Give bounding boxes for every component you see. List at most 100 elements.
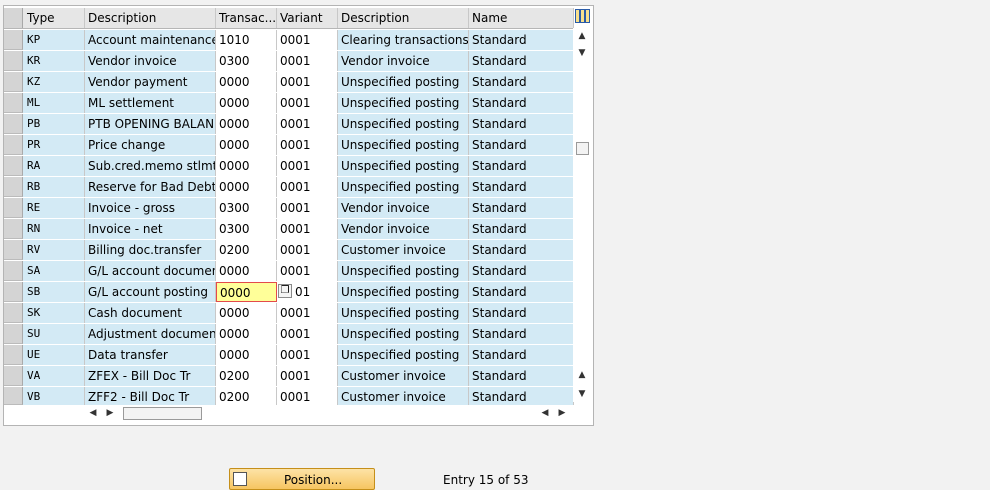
cell-variant[interactable]: 0001 — [277, 114, 338, 134]
cell-variant[interactable]: 0001 — [277, 177, 338, 197]
row-select-button[interactable] — [4, 240, 23, 260]
col-header-transaction[interactable]: Transac... — [216, 8, 277, 28]
table-row: KP Account maintenance 1010 0001 Clearing tr… — [4, 30, 574, 51]
cell-description: Reserve for Bad Debt — [85, 177, 216, 197]
cell-transaction[interactable]: 0300 — [216, 51, 277, 71]
row-select-button[interactable] — [4, 135, 23, 155]
row-select-button[interactable] — [4, 324, 23, 344]
scroll-up-icon[interactable]: ▲ — [573, 28, 591, 44]
cell-variant[interactable]: 0001 — [277, 51, 338, 71]
cell-transaction[interactable]: 0200 — [216, 240, 277, 260]
cell-name: Standard — [469, 156, 574, 176]
scroll-left-icon[interactable]: ◀ — [86, 404, 100, 422]
horizontal-scrollbar-left[interactable]: ◀ ▶ — [86, 404, 206, 422]
cell-transaction[interactable]: 0000 — [216, 345, 277, 365]
cell-variant[interactable]: 0001 — [277, 198, 338, 218]
cell-transaction[interactable]: 0000 — [216, 93, 277, 113]
row-select-button[interactable] — [4, 114, 23, 134]
cell-var-description: Unspecified posting — [338, 261, 469, 281]
cell-variant[interactable]: 0001 — [277, 261, 338, 281]
cell-variant[interactable]: 0001 — [277, 366, 338, 386]
row-select-button[interactable] — [4, 387, 23, 405]
cell-variant[interactable]: 0001 — [277, 303, 338, 323]
cell-variant[interactable]: 0001 — [277, 135, 338, 155]
cell-variant[interactable]: 0001 — [277, 324, 338, 344]
cell-variant[interactable]: 0001 — [277, 30, 338, 50]
row-select-button[interactable] — [4, 177, 23, 197]
col-header-name[interactable]: Name — [469, 8, 574, 28]
col-header-type[interactable]: Type — [24, 8, 85, 28]
cell-var-description: Unspecified posting — [338, 303, 469, 323]
cell-type: SK — [24, 303, 85, 323]
cell-variant[interactable]: 0001 — [277, 93, 338, 113]
cell-transaction[interactable]: 0000 — [216, 261, 277, 281]
scroll-thumb[interactable] — [576, 142, 589, 155]
value-help-icon[interactable]: ❐ — [278, 284, 292, 298]
cell-variant[interactable]: 0001 — [277, 72, 338, 92]
scroll-left-icon[interactable]: ◀ — [538, 404, 552, 422]
row-select-button[interactable] — [4, 51, 23, 71]
cell-transaction[interactable]: 0200 — [216, 387, 277, 405]
hscroll-thumb[interactable] — [123, 407, 202, 420]
col-header-var-description[interactable]: Description — [338, 8, 469, 28]
cell-var-description: Unspecified posting — [338, 282, 469, 302]
table-settings-icon[interactable] — [575, 9, 590, 23]
row-select-button[interactable] — [4, 219, 23, 239]
cell-transaction[interactable]: 0200 — [216, 366, 277, 386]
row-select-button[interactable] — [4, 72, 23, 92]
cell-transaction[interactable]: 0000 — [216, 156, 277, 176]
cell-transaction[interactable]: 0000 — [216, 303, 277, 323]
cell-description: G/L account posting — [85, 282, 216, 302]
cell-type: RA — [24, 156, 85, 176]
cell-name: Standard — [469, 219, 574, 239]
cell-transaction[interactable]: 0000 — [216, 135, 277, 155]
table-row: PB PTB OPENING BALAN... 0000 0001 Unspecifie… — [4, 114, 574, 135]
cell-transaction[interactable]: 0300 — [216, 219, 277, 239]
cell-name: Standard — [469, 345, 574, 365]
cell-variant[interactable]: 0001 — [277, 345, 338, 365]
cell-transaction[interactable]: 0000 — [216, 114, 277, 134]
cell-description: ZFEX - Bill Doc Tr — [85, 366, 216, 386]
row-select-button[interactable] — [4, 198, 23, 218]
table-row: RA Sub.cred.memo stlmt 0000 0001 Unspecified… — [4, 156, 574, 177]
horizontal-scrollbar-right[interactable]: ◀ ▶ — [538, 404, 574, 422]
col-header-description[interactable]: Description — [85, 8, 216, 28]
cell-name: Standard — [469, 303, 574, 323]
cell-variant[interactable]: 0001 — [277, 219, 338, 239]
cell-variant[interactable]: 0001 — [277, 156, 338, 176]
cell-transaction[interactable]: 0000 — [216, 72, 277, 92]
position-button[interactable]: Position... — [229, 468, 375, 490]
cell-var-description: Customer invoice — [338, 366, 469, 386]
cell-variant[interactable]: 0001 — [277, 240, 338, 260]
page-up-icon[interactable]: ▼ — [573, 45, 591, 61]
row-select-button[interactable] — [4, 261, 23, 281]
cell-transaction[interactable]: 1010 — [216, 30, 277, 50]
cell-variant[interactable]: 0001 — [277, 387, 338, 405]
row-select-button[interactable] — [4, 30, 23, 50]
table-row: KR Vendor invoice 0300 0001 Vendor invoice St… — [4, 51, 574, 72]
row-select-button[interactable] — [4, 366, 23, 386]
cell-transaction[interactable]: 0300 — [216, 198, 277, 218]
scroll-right-icon[interactable]: ▶ — [103, 404, 117, 422]
row-select-button[interactable] — [4, 156, 23, 176]
cell-transaction[interactable]: 0000 — [216, 282, 277, 302]
cell-type: PR — [24, 135, 85, 155]
table-row: PR Price change 0000 0001 Unspecified postin… — [4, 135, 574, 156]
cell-var-description: Vendor invoice — [338, 51, 469, 71]
row-select-button[interactable] — [4, 282, 23, 302]
row-select-button[interactable] — [4, 303, 23, 323]
select-all-button[interactable] — [4, 8, 23, 28]
row-select-button[interactable] — [4, 345, 23, 365]
table-row: RN Invoice - net 0300 0001 Vendor invoice Sta… — [4, 219, 574, 240]
scroll-down-icon[interactable]: ▼ — [573, 386, 591, 402]
col-header-variant[interactable]: Variant — [277, 8, 338, 28]
cell-description: PTB OPENING BALAN... — [85, 114, 216, 134]
cell-type: SB — [24, 282, 85, 302]
vertical-scrollbar[interactable]: ▲ ▼ ▲ ▼ — [573, 28, 591, 402]
row-select-button[interactable] — [4, 93, 23, 113]
cell-transaction[interactable]: 0000 — [216, 324, 277, 344]
scroll-right-icon[interactable]: ▶ — [555, 404, 569, 422]
page-down-icon[interactable]: ▲ — [573, 367, 591, 383]
cell-transaction[interactable]: 0000 — [216, 177, 277, 197]
cell-var-description: Vendor invoice — [338, 198, 469, 218]
